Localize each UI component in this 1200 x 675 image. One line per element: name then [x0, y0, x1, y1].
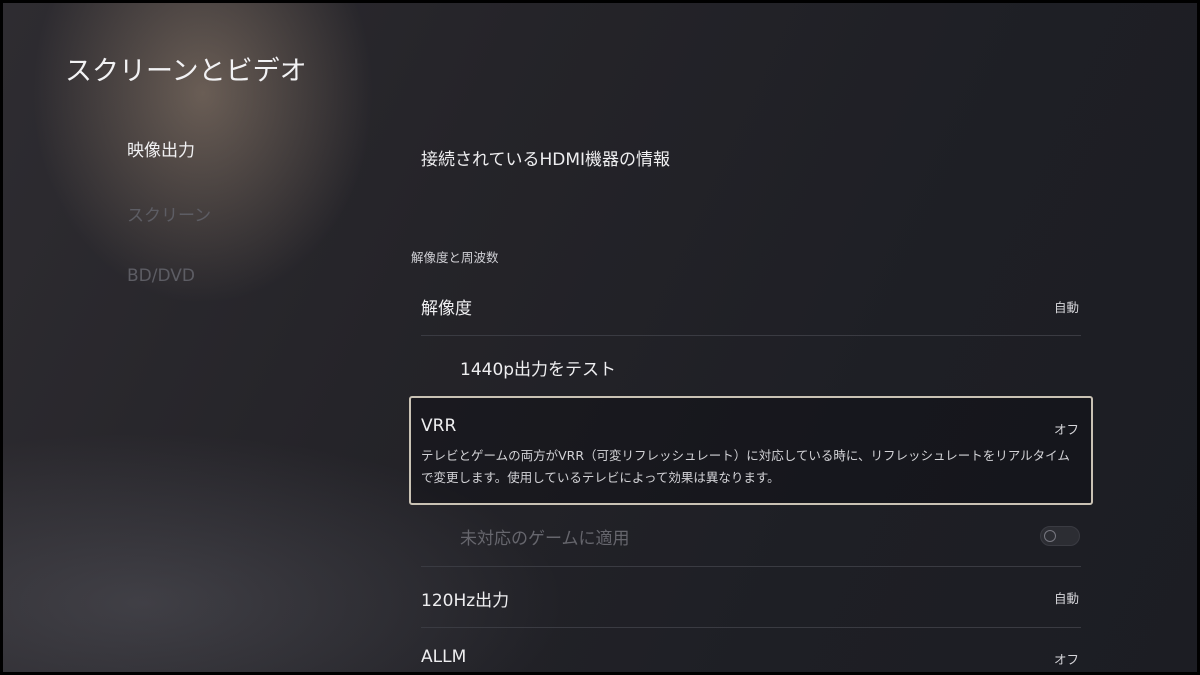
allm-value: オフ: [1053, 652, 1079, 667]
resolution-value: 自動: [1053, 300, 1079, 315]
vrr-title: VRR: [421, 416, 457, 436]
resolution-title[interactable]: 解像度: [421, 294, 472, 319]
hdmi-info-item[interactable]: 接続されているHDMI機器の情報: [421, 145, 670, 170]
apply-unsupported-games-toggle[interactable]: [1040, 526, 1080, 546]
page-title: スクリーンとビデオ: [65, 56, 307, 87]
vrr-description: テレビとゲームの両方がVRR（可変リフレッシュレート）に対応している時に、リフレ…: [421, 448, 1070, 485]
hz120-value: 自動: [1053, 591, 1079, 606]
divider: [421, 335, 1081, 336]
allm-title[interactable]: ALLM: [421, 647, 466, 667]
divider: [421, 566, 1081, 567]
section-label-resolution-frequency: 解像度と周波数: [411, 250, 499, 265]
nav-item-video-output[interactable]: 映像出力: [127, 136, 195, 161]
nav-item-screen[interactable]: スクリーン: [127, 201, 211, 226]
divider: [421, 627, 1081, 628]
apply-unsupported-games-label: 未対応のゲームに適用: [460, 529, 630, 549]
hz120-title[interactable]: 120Hz出力: [421, 586, 509, 611]
test-1440p-button[interactable]: 1440p出力をテスト: [460, 355, 616, 380]
toggle-knob: [1044, 530, 1056, 542]
vrr-value: オフ: [1053, 422, 1079, 437]
nav-item-bd-dvd[interactable]: BD/DVD: [127, 266, 195, 286]
settings-screen: スクリーンとビデオ 映像出力 スクリーン BD/DVD 接続されているHDMI機…: [3, 3, 1197, 672]
